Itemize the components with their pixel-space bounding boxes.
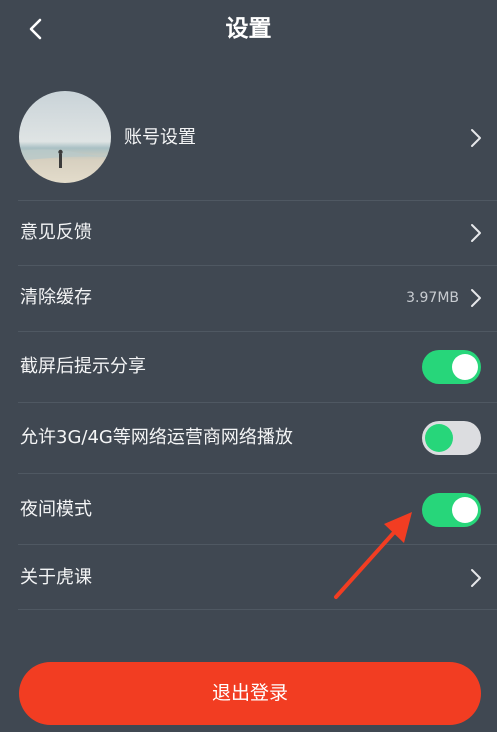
logout-button[interactable]: 退出登录: [19, 662, 481, 725]
about-label: 关于虎课: [20, 567, 92, 588]
night-mode-toggle[interactable]: [422, 493, 481, 527]
feedback-label: 意见反馈: [20, 222, 92, 243]
settings-screen: 设置 账号设置 意见反馈 清除缓存 3.97MB 截屏后提示分享 允许3G/4G…: [0, 0, 497, 732]
chevron-right-icon: [471, 569, 481, 587]
beach-photo: [19, 91, 111, 183]
chevron-right-icon: [471, 129, 481, 147]
divider: [18, 609, 497, 610]
toggle-knob: [452, 354, 478, 380]
screenshot-share-label: 截屏后提示分享: [20, 356, 146, 377]
screenshot-share-row: 截屏后提示分享: [0, 332, 497, 402]
network-play-row: 允许3G/4G等网络运营商网络播放: [0, 403, 497, 473]
about-row[interactable]: 关于虎课: [0, 545, 497, 609]
account-settings-row[interactable]: 账号设置: [0, 83, 497, 200]
page-title: 设置: [225, 16, 272, 42]
feedback-row[interactable]: 意见反馈: [0, 201, 497, 265]
cache-size-value: 3.97MB: [406, 290, 459, 306]
account-settings-label: 账号设置: [124, 127, 196, 148]
screenshot-share-toggle[interactable]: [422, 350, 481, 384]
network-play-label: 允许3G/4G等网络运营商网络播放: [20, 427, 293, 448]
header-bar: 设置: [0, 0, 497, 60]
chevron-right-icon: [471, 289, 481, 307]
clear-cache-row[interactable]: 清除缓存 3.97MB: [0, 266, 497, 330]
avatar: [19, 91, 111, 183]
network-play-toggle[interactable]: [422, 421, 481, 455]
night-mode-label: 夜间模式: [20, 499, 92, 520]
toggle-knob: [425, 424, 453, 452]
clear-cache-label: 清除缓存: [20, 287, 92, 308]
toggle-knob: [452, 497, 478, 523]
chevron-right-icon: [471, 224, 481, 242]
night-mode-row: 夜间模式: [0, 474, 497, 544]
